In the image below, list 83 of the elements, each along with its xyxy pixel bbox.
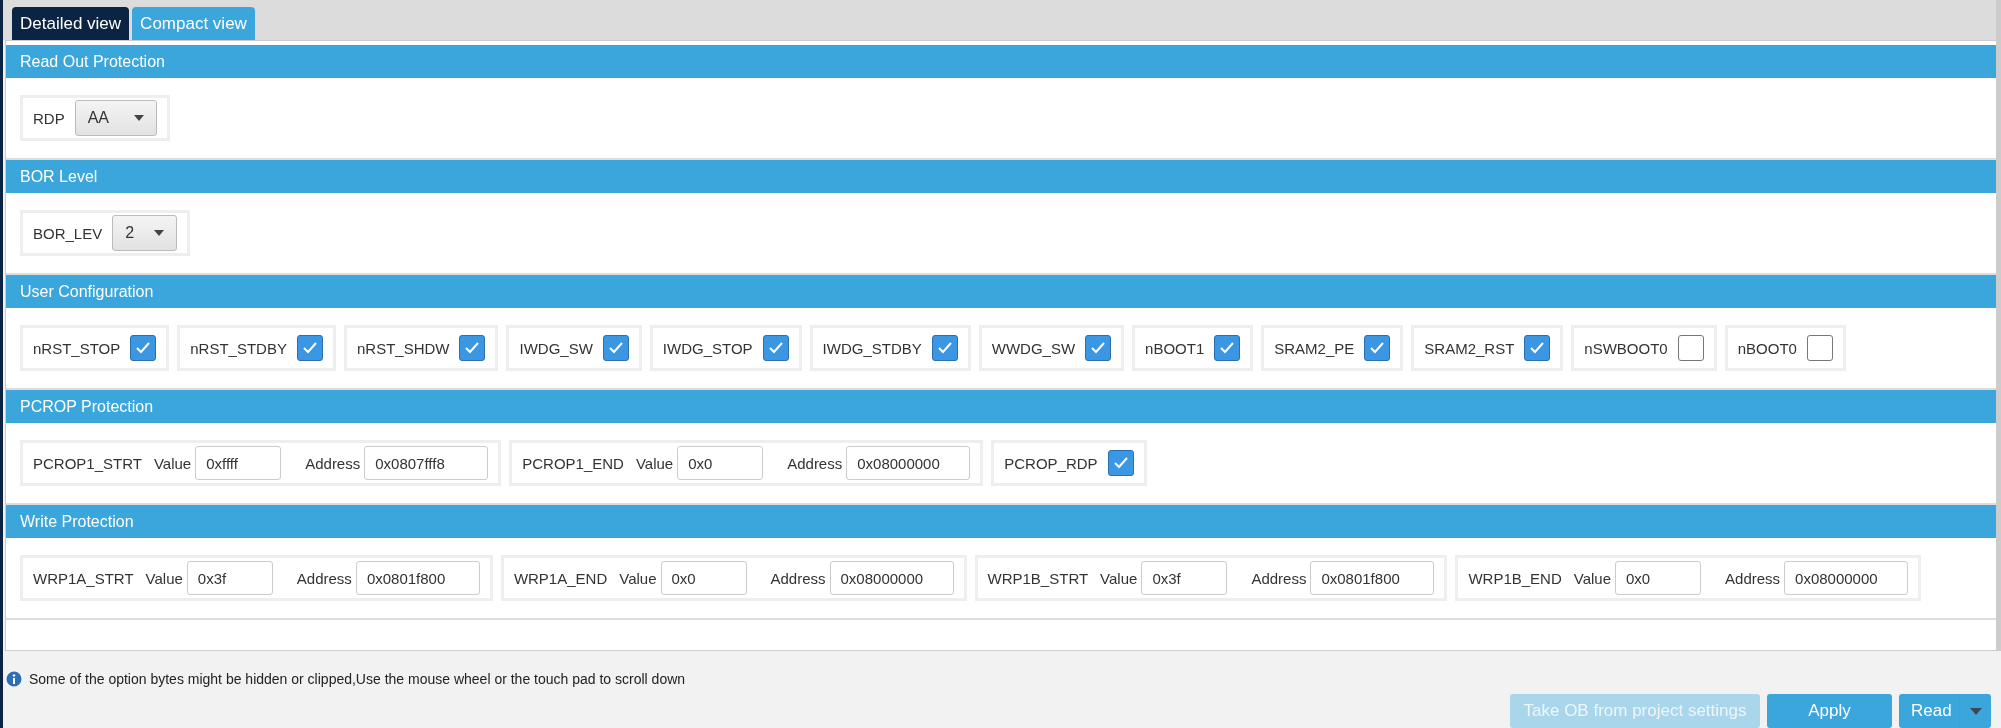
option-label: nRST_STDBY	[190, 339, 287, 357]
section-header: BOR Level	[6, 160, 1996, 194]
field-label: Value	[153, 454, 192, 472]
check-icon	[301, 341, 318, 356]
check-icon	[607, 341, 624, 356]
option-label: PCROP1_END	[522, 454, 624, 472]
option-label: nSWBOOT0	[1584, 339, 1668, 357]
checkbox[interactable]	[1524, 335, 1551, 362]
option-label: IWDG_STOP	[662, 339, 753, 357]
field-label: Address	[305, 454, 361, 472]
view-tab[interactable]: Detailed view	[12, 7, 130, 41]
checkbox[interactable]	[1214, 335, 1241, 362]
checkbox[interactable]	[130, 335, 157, 362]
checkbox[interactable]	[459, 335, 486, 362]
option-label: WRP1B_END	[1468, 569, 1562, 587]
option-label: BOR_LEV	[33, 224, 103, 242]
option-label: SRAM2_PE	[1274, 339, 1355, 357]
check-icon	[936, 341, 953, 356]
info-icon	[6, 671, 22, 688]
check-icon	[1112, 456, 1129, 471]
field-label: Address	[770, 569, 826, 587]
caret-icon	[133, 115, 144, 122]
check-icon	[135, 341, 152, 356]
value-field[interactable]: 0x3f	[1141, 561, 1228, 596]
option-label: IWDG_STDBY	[822, 339, 922, 357]
option-label: SRAM2_RST	[1424, 339, 1515, 357]
option-label: nRST_STOP	[33, 339, 121, 357]
checkbox[interactable]	[762, 335, 789, 362]
check-icon	[1219, 341, 1236, 356]
value-field[interactable]: 0x0	[1615, 561, 1702, 596]
option-label: PCROP_RDP	[1004, 454, 1098, 472]
section-header: PCROP Protection	[6, 390, 1996, 424]
section-header: Write Protection	[6, 505, 1996, 539]
option-label: RDP	[33, 109, 65, 127]
option-label: WRP1A_STRT	[33, 569, 134, 587]
field-label: Value	[1573, 569, 1612, 587]
option-label: nBOOT0	[1737, 339, 1797, 357]
option-label: nBOOT1	[1145, 339, 1205, 357]
caret-icon	[1969, 707, 1982, 715]
address-field[interactable]: 0x08000000	[1784, 561, 1909, 596]
address-field[interactable]: 0x0807fff8	[364, 446, 489, 481]
checkbox[interactable]	[1364, 335, 1391, 362]
field-label: Address	[296, 569, 352, 587]
checkbox[interactable]	[296, 335, 323, 362]
field-label: Address	[1251, 569, 1307, 587]
field-label: Address	[787, 454, 843, 472]
checkbox[interactable]	[602, 335, 629, 362]
value-field[interactable]: 0x0	[660, 561, 747, 596]
value-field[interactable]: 0xffff	[195, 446, 282, 481]
option-label: IWDG_SW	[519, 339, 593, 357]
value-field[interactable]: 0x3f	[186, 561, 273, 596]
value-field[interactable]: 0x0	[677, 446, 764, 481]
field-label: Value	[619, 569, 657, 587]
check-icon	[767, 341, 784, 356]
check-icon	[1369, 341, 1386, 356]
option-label: WWDG_SW	[991, 339, 1076, 357]
address-field[interactable]: 0x0801f800	[355, 561, 480, 596]
value-dropdown[interactable]: AA	[74, 100, 157, 137]
check-icon	[1529, 341, 1546, 356]
option-label: WRP1A_END	[513, 569, 608, 587]
section-header: User Configuration	[6, 275, 1996, 309]
section-header: Read Out Protection	[6, 45, 1996, 79]
checkbox[interactable]	[1806, 335, 1833, 362]
caret-icon	[154, 230, 165, 237]
dropdown-button[interactable]	[1959, 694, 1991, 728]
checkbox[interactable]	[1085, 335, 1112, 362]
option-label: WRP1B_STRT	[987, 569, 1089, 587]
option-label: PCROP1_STRT	[33, 454, 142, 472]
info-message: Some of the option bytes might be hidden or clipped,Use the mouse wheel or the touch pad to scroll down	[29, 671, 686, 688]
check-icon	[464, 341, 481, 356]
check-icon	[1090, 341, 1107, 356]
checkbox[interactable]	[1107, 450, 1134, 477]
address-field[interactable]: 0x0801f800	[1310, 561, 1435, 596]
checkbox[interactable]	[1677, 335, 1704, 362]
value-dropdown[interactable]: 2	[112, 215, 178, 252]
field-label: Address	[1725, 569, 1781, 587]
field-label: Value	[1100, 569, 1138, 587]
option-label: nRST_SHDW	[356, 339, 450, 357]
field-label: Value	[145, 569, 183, 587]
field-label: Value	[635, 454, 674, 472]
address-field[interactable]: 0x08000000	[846, 446, 971, 481]
checkbox[interactable]	[931, 335, 958, 362]
address-field[interactable]: 0x08000000	[829, 561, 954, 596]
